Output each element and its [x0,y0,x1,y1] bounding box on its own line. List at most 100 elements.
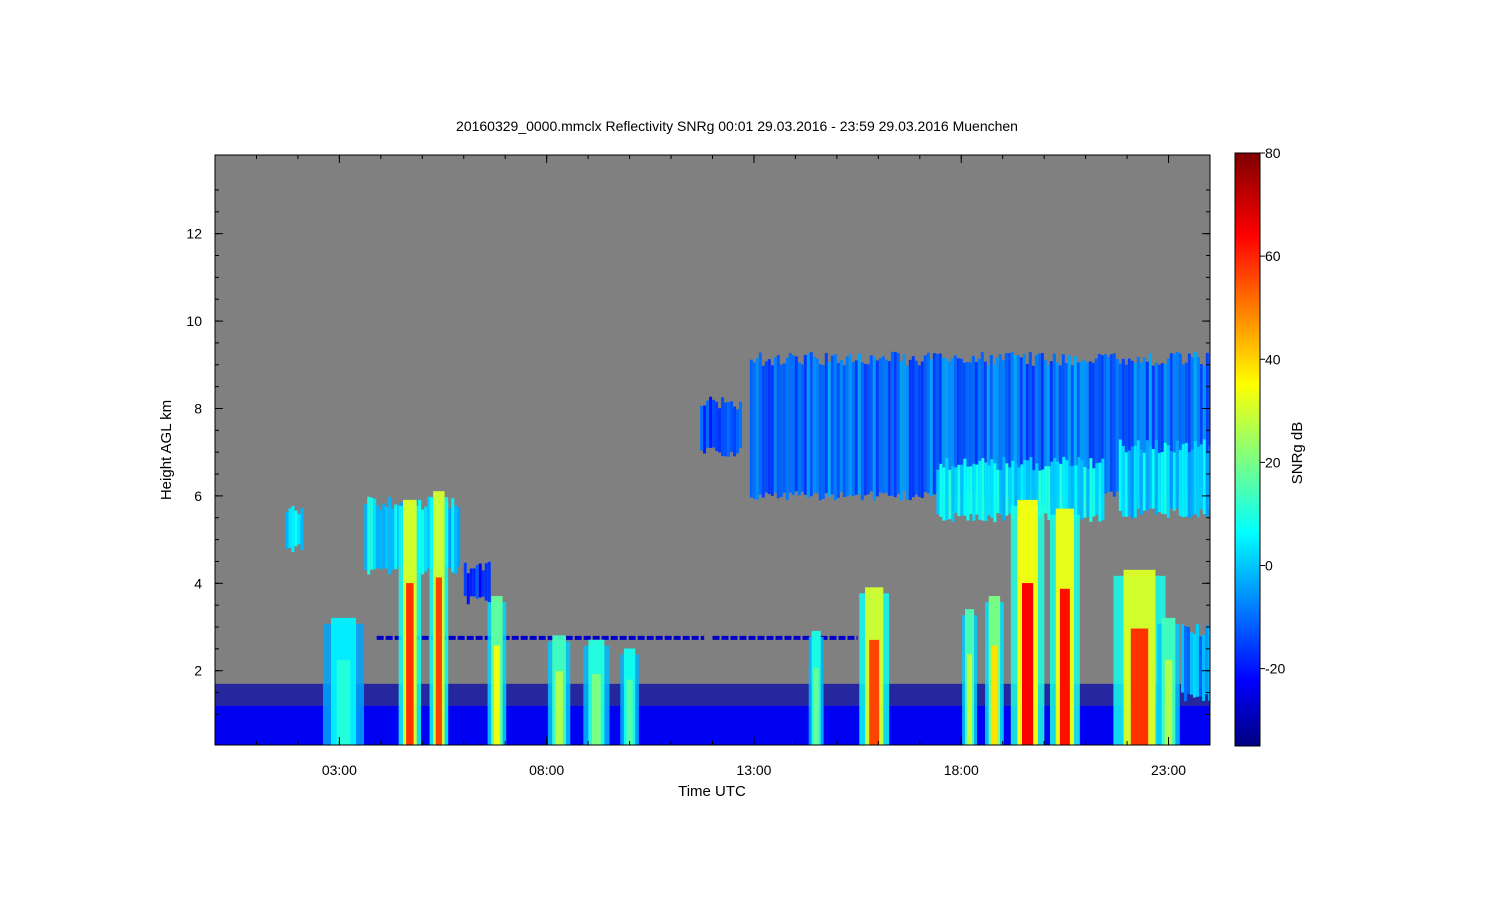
cloud-cell [1056,461,1060,515]
cloud-cell [1080,460,1084,520]
cloud-cell [791,355,795,495]
cloud-cell [475,564,479,599]
cloud-cell [942,467,946,521]
cloud-cell [1142,452,1146,511]
y-tick-label: 10 [186,313,202,329]
cloud-cell [1136,440,1140,509]
cloud-cell [1204,624,1208,695]
cloud-cell [1193,441,1197,515]
cloud-cell [1148,446,1152,509]
cloud-cell [391,508,395,570]
x-tick-label: 13:00 [736,762,771,778]
cloud-cell [373,498,377,570]
cloud-cell [1109,354,1113,492]
cloud-cell [788,353,792,493]
cloud-cell [905,365,909,500]
cloud-cell [854,360,858,495]
cloud-cell [884,359,888,494]
cloud-cell [727,401,731,457]
cloud-cell [1077,457,1081,519]
cloud-cell [782,363,786,493]
x-tick-label: 08:00 [529,762,564,778]
precip-core [991,645,998,745]
cloud-cell [1050,461,1054,518]
cloud-cell [752,362,756,499]
colorbar [1234,152,1261,747]
y-tick-label: 6 [194,488,202,504]
precip-column [859,587,890,745]
cloud-cell [424,506,428,572]
cloud-cell [878,358,882,493]
cloud-cell [1198,636,1202,697]
cloud-cell [794,356,798,492]
precip-column [620,648,639,745]
cloud-cell [1002,456,1006,521]
cloud-cell [1199,444,1203,510]
cloud-cell [842,365,846,497]
cloud-cell [733,406,737,457]
cloud-cell [700,405,704,451]
cloud-cell [1154,439,1158,516]
precip-core [813,668,819,745]
precip-column [808,631,824,745]
cloud-cell [830,355,834,495]
precip-core [1130,628,1149,745]
y-tick-label: 4 [194,575,202,591]
cloud-cell [996,469,1000,514]
cloud-cell [1106,356,1110,492]
cloud-cell [920,361,924,498]
cloud-cell [1044,466,1048,514]
cloud-cell [896,353,900,494]
cloud-cell [948,469,952,520]
cloud-cell [1184,442,1188,517]
cloud-cell [914,360,918,495]
cloud-cell [836,362,840,498]
cloud-cell [736,409,740,454]
cloud-cell [863,363,867,496]
cloud-cell [860,362,864,501]
cloud-cell [1201,634,1205,702]
cloud-cell [294,510,298,547]
cloud-patch [1118,439,1210,519]
cloud-cell [463,562,467,596]
cloud-cell [776,355,780,499]
cloud-cell [370,497,374,570]
precip-column [1157,617,1180,745]
cloud-cell [869,355,873,492]
colorbar-tick-label: 40 [1265,351,1281,367]
precip-column [322,617,365,745]
cloud-cell [1062,456,1066,517]
cloud-cell [797,362,801,496]
cloud-cell [703,405,707,454]
cloud-cell [963,458,967,516]
cloud-cell [1151,448,1155,509]
cloud-cell [800,364,804,492]
cloud-cell [1095,463,1099,516]
cloud-cell [936,469,940,515]
x-tick-label: 23:00 [1151,762,1186,778]
cloud-cell [1133,445,1137,518]
cloud-cell [1196,446,1200,518]
cloud-patch [285,505,304,553]
cloud-cell [809,352,813,497]
cloud-cell [291,505,295,553]
cloud-cell [1047,466,1051,520]
cloud-cell [761,365,765,498]
cloud-cell [926,352,930,494]
cloud-cell [300,508,304,551]
precip-core [1164,659,1173,745]
cloud-cell [960,464,964,516]
x-axis-label: Time UTC [678,783,746,800]
precip-column [1049,508,1080,745]
cloud-cell [890,351,894,496]
cloud-cell [773,357,777,493]
precip-core [1059,588,1070,745]
cloud-cell [1183,626,1187,702]
cloud-cell [376,505,380,568]
cloud-cell [770,365,774,497]
cloud-cell [715,401,719,451]
cloud-cell [1180,624,1184,693]
cloud-cell [848,353,852,495]
cloud-cell [382,503,386,569]
y-axis-label: Height AGL km [158,400,175,500]
